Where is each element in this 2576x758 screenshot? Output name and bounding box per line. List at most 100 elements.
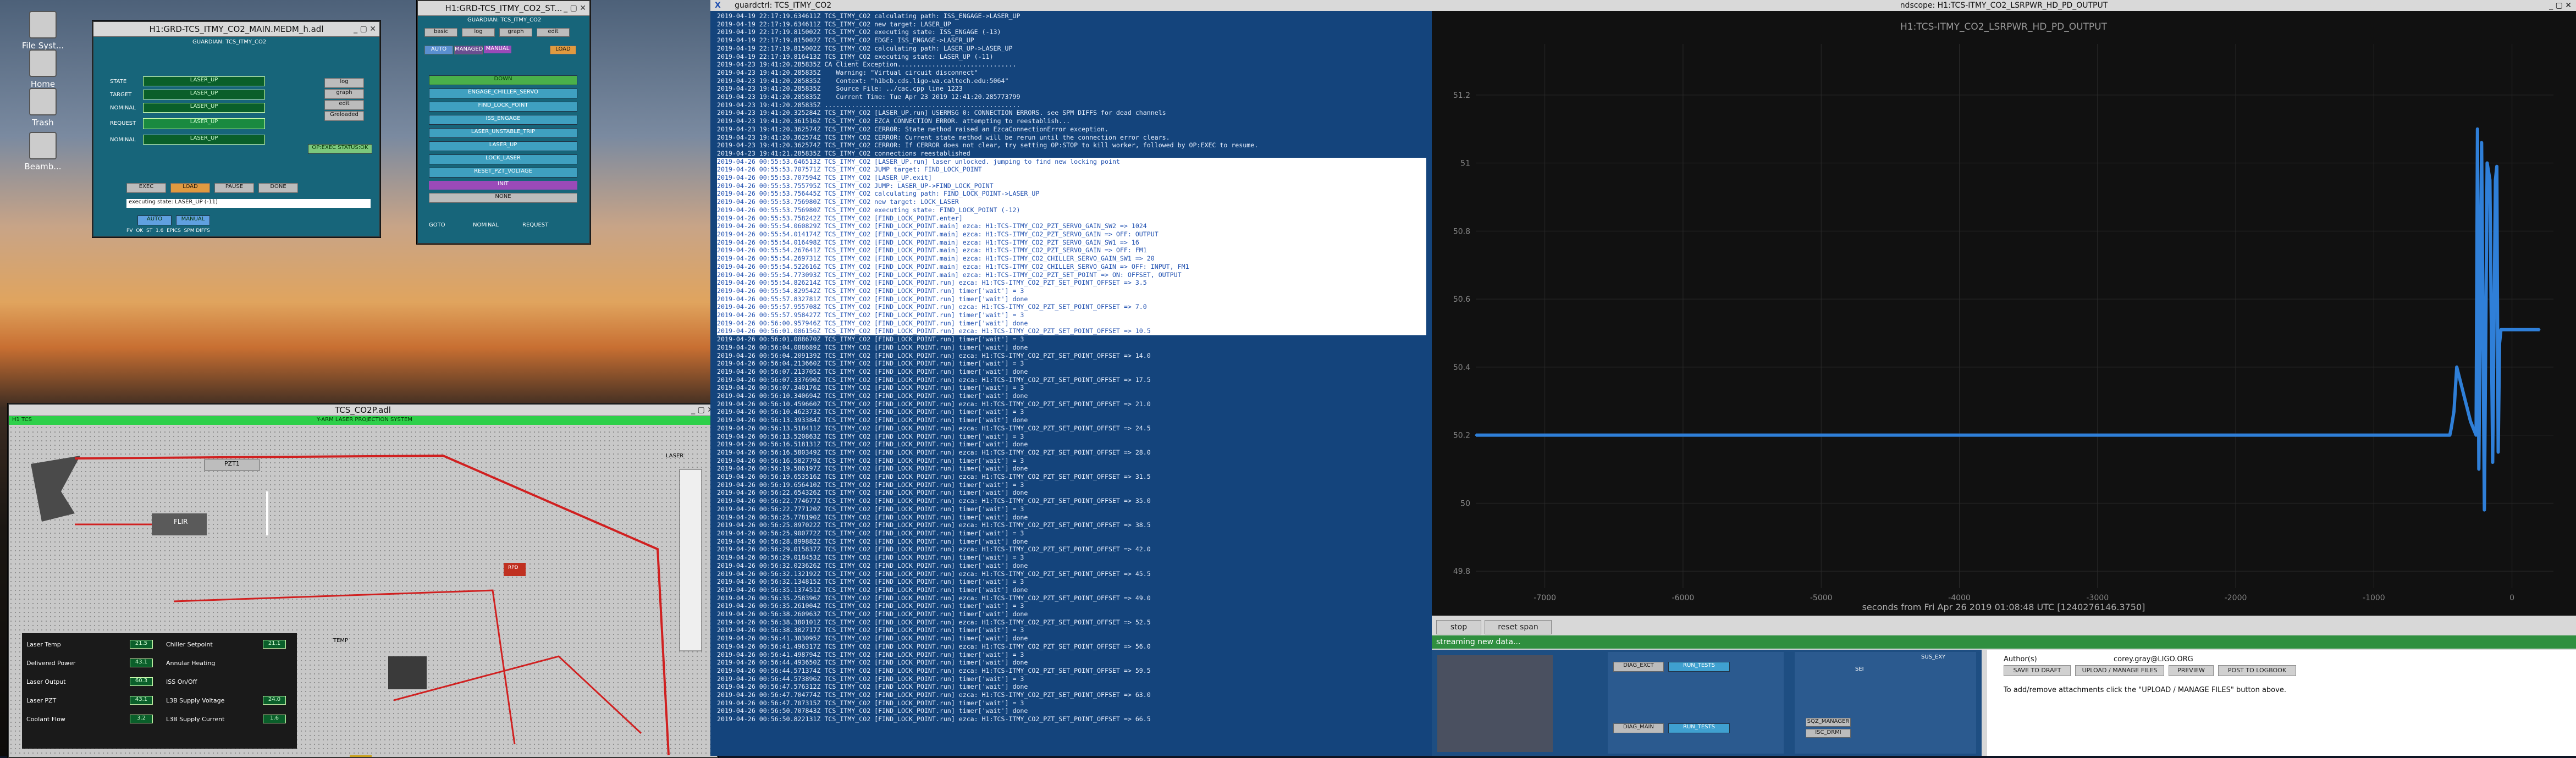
readout-label: Chiller Setpoint <box>166 641 213 648</box>
load-button[interactable]: LOAD <box>550 46 576 54</box>
auto-button[interactable]: AUTO <box>137 215 172 225</box>
window-controls-icon[interactable]: _ ▢ ✕ <box>354 22 376 36</box>
managed-mode-button[interactable]: MANAGED <box>454 46 483 54</box>
terminal-line: 2019-04-26 00:56:28.899882Z TCS_ITMY_CO2… <box>717 537 1028 545</box>
x-tick-label: -2000 <box>2225 594 2247 602</box>
terminal-line: 2019-04-26 00:56:04.209139Z TCS_ITMY_CO2… <box>717 351 1151 359</box>
terminal-line: 2019-04-26 00:56:01.088670Z TCS_ITMY_CO2… <box>717 335 1024 344</box>
data-point <box>2456 366 2458 368</box>
data-point <box>2480 141 2483 143</box>
trash-icon[interactable]: Trash <box>21 88 65 128</box>
scope-plot[interactable]: H1:TCS-ITMY_CO2_LSRPWR_HD_PD_OUTPUT -700… <box>1432 11 2576 616</box>
spm-diffs-button[interactable]: SPM DIFFS <box>184 228 210 234</box>
desktop-icon-label: Beamb... <box>24 162 62 171</box>
data-point <box>2449 434 2451 436</box>
terminal-line: 2019-04-19 22:17:19.634611Z TCS_ITMY_CO2… <box>717 12 1021 20</box>
terminal-line: 2019-04-23 19:41:20.285835Z ............… <box>717 101 1021 109</box>
nominal2-row: NOMINAL LASER_UP <box>110 134 319 147</box>
data-point <box>2494 179 2496 181</box>
log-button[interactable]: log <box>462 28 495 37</box>
window-title-bar[interactable]: X guardctrl: TCS_ITMY_CO2 <box>710 0 1432 11</box>
terminal-line: 2019-04-19 22:17:19.816413Z TCS_ITMY_CO2… <box>717 52 994 60</box>
row-label: STATE <box>110 79 127 85</box>
data-point <box>1475 434 1477 436</box>
window-controls-icon[interactable]: _ ▢ ✕ <box>564 1 586 15</box>
done-button[interactable]: DONE <box>258 183 298 193</box>
edit-button[interactable]: edit <box>324 100 364 110</box>
manual-mode-button[interactable]: MANUAL <box>484 46 511 53</box>
terminal-line: 2019-04-26 00:56:22.774677Z TCS_ITMY_CO2… <box>717 497 1151 505</box>
basic-button[interactable]: basic <box>424 28 457 37</box>
sqz-manager-button[interactable]: SQZ_MANAGER <box>1806 718 1851 727</box>
terminal-line: 2019-04-19 22:17:19.634611Z TCS_ITMY_CO2… <box>717 20 951 28</box>
stop-button[interactable]: stop <box>1436 620 1481 634</box>
mode-button-row: EXEC LOAD PAUSE DONE <box>126 183 357 193</box>
state-button-down[interactable]: DOWN <box>429 75 577 85</box>
state-button-laser-unstable-trip[interactable]: LASER_UNSTABLE_TRIP <box>429 128 577 138</box>
x-tick-label: -1000 <box>2363 594 2385 602</box>
terminal-line: 2019-04-23 19:41:20.285835Z Context: "h1… <box>717 76 1009 85</box>
terminal-line: 2019-04-26 00:56:44.571374Z TCS_ITMY_CO2… <box>717 666 1151 674</box>
state-button-none[interactable]: NONE <box>429 193 577 203</box>
x-tick-label: 0 <box>2509 594 2514 602</box>
reset-span-button[interactable]: reset span <box>1485 620 1552 634</box>
upload-files-button[interactable]: UPLOAD / MANAGE FILES <box>2075 665 2164 676</box>
terminal-line: 2019-04-26 00:56:38.380101Z TCS_ITMY_CO2… <box>717 618 1151 626</box>
window-title-bar[interactable]: H1:GRD-TCS_ITMY_CO2_MAIN.MEDM_h.adl _ ▢ … <box>93 22 379 37</box>
load-button[interactable]: LOAD <box>170 183 210 193</box>
readout-column-1: Laser Temp 21.5 Delivered Power 43.1 Las… <box>25 637 157 730</box>
preview-button[interactable]: PREVIEW <box>2169 665 2214 676</box>
version-label: 1.6 <box>156 228 164 234</box>
edit-button[interactable]: edit <box>537 28 570 37</box>
reload-button[interactable]: Greloaded <box>324 111 364 121</box>
window-title-bar[interactable]: ndscope: H1:TCS-ITMY_CO2_LSRPWR_HD_PD_OU… <box>1432 0 2576 11</box>
diag-exct-button[interactable]: DIAG_EXCT <box>1613 662 1664 672</box>
terminal-line: 2019-04-26 00:55:54.267641Z TCS_ITMY_CO2… <box>717 246 1426 255</box>
run-tests-button[interactable]: RUN_TESTS <box>1668 723 1730 733</box>
readout-label: ISS On/Off <box>166 678 197 685</box>
terminal-line: 2019-04-26 00:55:57.955708Z TCS_ITMY_CO2… <box>717 303 1426 312</box>
post-to-logbook-button[interactable]: POST TO LOGBOOK <box>2218 665 2296 676</box>
isc-drmi-button[interactable]: ISC_DRMI <box>1806 729 1851 738</box>
diag-main-button[interactable]: DIAG_MAIN <box>1613 723 1664 733</box>
request-row: REQUEST LASER_UP <box>110 115 319 134</box>
state-button-lock-laser[interactable]: LOCK_LASER <box>429 154 577 164</box>
readout-label: Annular Heating <box>166 660 216 667</box>
readout-row: ISS On/Off <box>165 674 291 693</box>
graph-button[interactable]: graph <box>324 89 364 99</box>
run-tests-button[interactable]: RUN_TESTS <box>1668 662 1730 672</box>
state-button-laser-up[interactable]: LASER_UP <box>429 141 577 151</box>
manual-button[interactable]: MANUAL <box>176 215 210 225</box>
state-button-engage-chiller[interactable]: ENGAGE_CHILLER_SERVO <box>429 88 577 98</box>
terminal-line: 2019-04-26 00:55:54.773093Z TCS_ITMY_CO2… <box>717 270 1426 279</box>
file-system-icon[interactable]: File Syst... <box>21 11 65 51</box>
terminal-output[interactable]: 2019-04-19 22:17:19.634611Z TCS_ITMY_CO2… <box>717 12 1426 756</box>
home-icon[interactable]: Home <box>21 49 65 89</box>
state-button-reset-pzt[interactable]: RESET_PZT_VOLTAGE <box>429 168 577 178</box>
request-menu[interactable]: LASER_UP <box>143 118 265 129</box>
pause-button[interactable]: PAUSE <box>214 183 254 193</box>
window-title-bar[interactable]: H1:GRD-TCS_ITMY_CO2_ST... _ ▢ ✕ <box>418 1 589 16</box>
guardian-main-panel: GUARDIAN: TCS_ITMY_CO2 STATE LASER_UP TA… <box>93 37 379 236</box>
terminal-line: 2019-04-26 00:56:41.496317Z TCS_ITMY_CO2… <box>717 642 1151 650</box>
state-button-find-lock-point[interactable]: FIND_LOCK_POINT <box>429 102 577 112</box>
window-controls-icon[interactable]: _ ▢ ✕ <box>2549 0 2572 11</box>
x-app-icon: X <box>715 1 721 10</box>
terminal-line: 2019-04-26 00:56:50.822131Z TCS_ITMY_CO2… <box>717 715 1151 723</box>
beambook-icon[interactable]: Beamb... <box>21 132 65 171</box>
exec-button[interactable]: EXEC <box>126 183 166 193</box>
auto-mode-button[interactable]: AUTO <box>424 46 453 54</box>
graph-button[interactable]: graph <box>499 28 532 37</box>
save-draft-button[interactable]: SAVE TO DRAFT <box>2004 665 2071 676</box>
pzt-label[interactable]: PZT1 <box>204 460 260 471</box>
terminal-line: 2019-04-23 19:41:20.362574Z TCS_ITMY_CO2… <box>717 125 1108 133</box>
state-button-init[interactable]: INIT <box>429 181 577 190</box>
state-button-iss-engage[interactable]: ISS_ENGAGE <box>429 115 577 125</box>
terminal-line: 2019-04-26 00:56:38.260963Z TCS_ITMY_CO2… <box>717 610 1028 618</box>
terminal-line: 2019-04-19 22:17:19.815002Z TCS_ITMY_CO2… <box>717 36 974 45</box>
window-title-bar[interactable]: TCS_CO2P.adl _ ▢ ✕ <box>9 405 717 416</box>
readout-label: Coolant Flow <box>26 716 65 723</box>
log-button[interactable]: log <box>324 78 364 88</box>
tcs-header-center: Y-ARM LASER PROJECTION SYSTEM <box>317 417 412 423</box>
nominal-field: LASER_UP <box>143 103 265 113</box>
